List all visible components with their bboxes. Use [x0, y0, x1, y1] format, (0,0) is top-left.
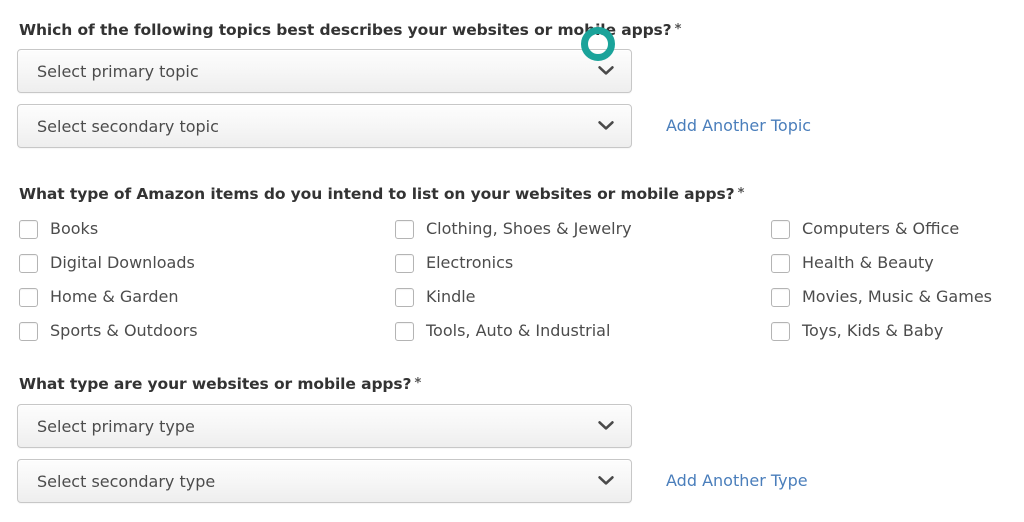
add-another-topic-link[interactable]: Add Another Topic — [666, 118, 811, 134]
question-item-types-label: What type of Amazon items do you intend … — [19, 187, 744, 203]
question-site-types-text: What type are your websites or mobile ap… — [19, 375, 411, 393]
checkbox-row-clothing-shoes-jewelry[interactable]: Clothing, Shoes & Jewelry — [395, 212, 632, 246]
question-topics-text: Which of the following topics best descr… — [19, 21, 672, 39]
checkbox-kindle[interactable] — [395, 288, 414, 307]
checkbox-row-home-garden[interactable]: Home & Garden — [19, 280, 198, 314]
checkbox-row-kindle[interactable]: Kindle — [395, 280, 632, 314]
checkbox-row-health-beauty[interactable]: Health & Beauty — [771, 246, 992, 280]
checkbox-clothing-shoes-jewelry[interactable] — [395, 220, 414, 239]
checkbox-label-books: Books — [50, 221, 98, 237]
checkbox-row-movies-music-games[interactable]: Movies, Music & Games — [771, 280, 992, 314]
chevron-down-icon — [591, 405, 631, 447]
chevron-down-icon — [591, 460, 631, 502]
primary-topic-select[interactable]: Select primary topic — [17, 49, 632, 93]
checkbox-row-electronics[interactable]: Electronics — [395, 246, 632, 280]
chevron-down-icon — [591, 105, 631, 147]
item-types-checkbox-grid: Books Digital Downloads Home & Garden Sp… — [0, 212, 1024, 352]
checkbox-tools-auto-industrial[interactable] — [395, 322, 414, 341]
add-another-type-link[interactable]: Add Another Type — [666, 473, 808, 489]
primary-type-value: Select primary type — [18, 417, 591, 436]
checkbox-row-digital-downloads[interactable]: Digital Downloads — [19, 246, 198, 280]
checkbox-books[interactable] — [19, 220, 38, 239]
checkbox-health-beauty[interactable] — [771, 254, 790, 273]
checkbox-column-3: Computers & Office Health & Beauty Movie… — [771, 212, 992, 348]
checkbox-toys-kids-baby[interactable] — [771, 322, 790, 341]
primary-topic-value: Select primary topic — [18, 62, 591, 81]
checkbox-row-sports-outdoors[interactable]: Sports & Outdoors — [19, 314, 198, 348]
checkbox-label-toys-kids-baby: Toys, Kids & Baby — [802, 323, 943, 339]
chevron-down-icon — [591, 50, 631, 92]
signup-form-page: Which of the following topics best descr… — [0, 0, 1024, 522]
checkbox-electronics[interactable] — [395, 254, 414, 273]
question-item-types-text: What type of Amazon items do you intend … — [19, 185, 735, 203]
checkbox-row-books[interactable]: Books — [19, 212, 198, 246]
checkbox-sports-outdoors[interactable] — [19, 322, 38, 341]
checkbox-label-kindle: Kindle — [426, 289, 476, 305]
checkbox-label-electronics: Electronics — [426, 255, 513, 271]
checkbox-label-digital-downloads: Digital Downloads — [50, 255, 195, 271]
question-site-types-label: What type are your websites or mobile ap… — [19, 377, 421, 393]
checkbox-digital-downloads[interactable] — [19, 254, 38, 273]
checkbox-label-health-beauty: Health & Beauty — [802, 255, 934, 271]
checkbox-home-garden[interactable] — [19, 288, 38, 307]
required-asterisk: * — [414, 376, 421, 391]
question-topics-label: Which of the following topics best descr… — [19, 23, 681, 39]
checkbox-label-clothing-shoes-jewelry: Clothing, Shoes & Jewelry — [426, 221, 632, 237]
checkbox-column-1: Books Digital Downloads Home & Garden Sp… — [19, 212, 198, 348]
checkbox-computers-office[interactable] — [771, 220, 790, 239]
primary-type-select[interactable]: Select primary type — [17, 404, 632, 448]
required-asterisk: * — [675, 22, 682, 37]
secondary-topic-select[interactable]: Select secondary topic — [17, 104, 632, 148]
checkbox-row-toys-kids-baby[interactable]: Toys, Kids & Baby — [771, 314, 992, 348]
required-asterisk: * — [738, 186, 745, 201]
checkbox-label-home-garden: Home & Garden — [50, 289, 179, 305]
checkbox-label-movies-music-games: Movies, Music & Games — [802, 289, 992, 305]
secondary-type-value: Select secondary type — [18, 472, 591, 491]
checkbox-label-computers-office: Computers & Office — [802, 221, 959, 237]
checkbox-column-2: Clothing, Shoes & Jewelry Electronics Ki… — [395, 212, 632, 348]
checkbox-label-sports-outdoors: Sports & Outdoors — [50, 323, 198, 339]
checkbox-row-computers-office[interactable]: Computers & Office — [771, 212, 992, 246]
checkbox-label-tools-auto-industrial: Tools, Auto & Industrial — [426, 323, 610, 339]
secondary-topic-value: Select secondary topic — [18, 117, 591, 136]
checkbox-movies-music-games[interactable] — [771, 288, 790, 307]
checkbox-row-tools-auto-industrial[interactable]: Tools, Auto & Industrial — [395, 314, 632, 348]
secondary-type-select[interactable]: Select secondary type — [17, 459, 632, 503]
